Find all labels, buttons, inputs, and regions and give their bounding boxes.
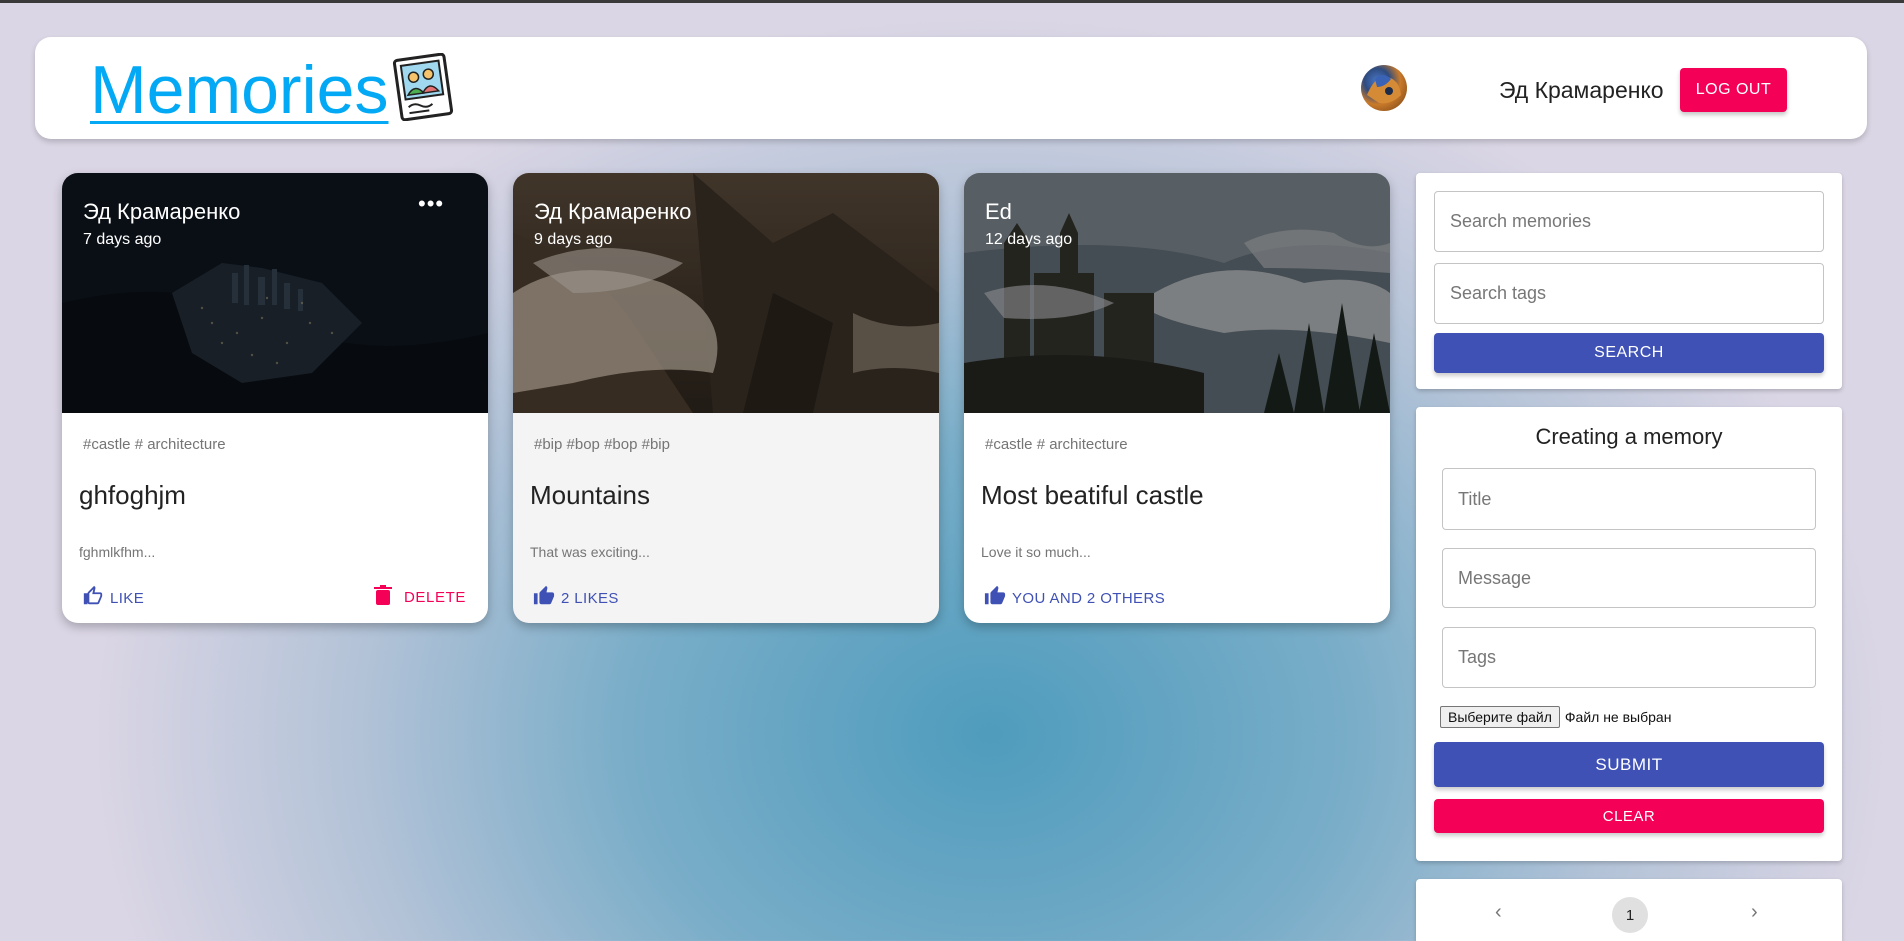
app-bar: Memories Эд Крамаренко LOG OUT [35, 37, 1867, 139]
card-title: ghfoghjm [79, 480, 186, 510]
memory-card[interactable]: Эд Крамаренко 7 days ago ••• #castle # a… [62, 173, 488, 623]
card-message: Love it so much... [981, 544, 1091, 560]
title-input[interactable]: Title [1442, 468, 1816, 530]
card-time: 9 days ago [534, 231, 613, 248]
card-author: Эд Крамаренко [83, 199, 241, 224]
user-avatar[interactable] [1361, 65, 1407, 111]
delete-label: DELETE [404, 588, 466, 606]
thumb-up-outline-icon [82, 585, 104, 611]
like-label: YOU AND 2 OTHERS [1012, 589, 1166, 607]
delete-button[interactable]: DELETE [374, 585, 466, 609]
search-tags-input[interactable]: Search tags [1434, 263, 1824, 324]
card-message: fghmlkfhm... [79, 544, 156, 560]
trash-icon [374, 585, 392, 609]
card-tags: #bip #bop #bop #bip [534, 436, 670, 453]
more-options-icon[interactable]: ••• [418, 191, 444, 217]
memories-photo-icon [392, 52, 454, 126]
card-time: 12 days ago [985, 231, 1073, 248]
logout-button[interactable]: LOG OUT [1680, 68, 1787, 112]
clear-button[interactable]: CLEAR [1434, 799, 1824, 833]
card-time: 7 days ago [83, 231, 162, 248]
file-status: Файл не выбран [1564, 709, 1672, 725]
create-memory-form: Creating a memory Title Message Tags Выб… [1416, 407, 1842, 861]
card-title: Most beatiful castle [981, 480, 1204, 510]
submit-button[interactable]: SUBMIT [1434, 742, 1824, 787]
like-label: LIKE [110, 589, 145, 607]
thumb-up-icon [984, 585, 1006, 611]
message-input[interactable]: Message [1442, 548, 1816, 608]
choose-file-button[interactable]: Выберите файл [1440, 706, 1560, 728]
file-picker: Выберите файл Файл не выбран [1440, 706, 1671, 728]
like-button[interactable]: LIKE [82, 585, 144, 611]
search-memories-input[interactable]: Search memories [1434, 191, 1824, 252]
card-image [964, 173, 1390, 413]
brand-link[interactable]: Memories [90, 51, 389, 129]
thumb-up-icon [533, 585, 555, 611]
memory-card[interactable]: Эд Крамаренко 9 days ago #bip #bop #bop … [513, 173, 939, 623]
like-button[interactable]: 2 LIKES [533, 585, 619, 611]
card-author: Ed [985, 199, 1012, 224]
card-title: Mountains [530, 480, 650, 510]
card-message: That was exciting... [530, 544, 650, 560]
form-title: Creating a memory [1535, 424, 1723, 449]
card-tags: #castle # architecture [985, 436, 1128, 453]
pagination: ‹ 1 › [1416, 879, 1842, 941]
memory-card[interactable]: Ed 12 days ago #castle # architecture Mo… [964, 173, 1390, 623]
search-button[interactable]: SEARCH [1434, 333, 1824, 373]
search-panel: Search memories Search tags SEARCH [1416, 173, 1842, 389]
chevron-left-icon[interactable]: ‹ [1495, 901, 1502, 924]
page-button-1[interactable]: 1 [1612, 897, 1648, 933]
chevron-right-icon[interactable]: › [1751, 901, 1758, 924]
card-tags: #castle # architecture [83, 436, 226, 453]
like-button[interactable]: YOU AND 2 OTHERS [984, 585, 1165, 611]
tags-input[interactable]: Tags [1442, 627, 1816, 688]
user-name: Эд Крамаренко [1499, 77, 1664, 103]
like-label: 2 LIKES [561, 589, 619, 607]
card-author: Эд Крамаренко [534, 199, 692, 224]
